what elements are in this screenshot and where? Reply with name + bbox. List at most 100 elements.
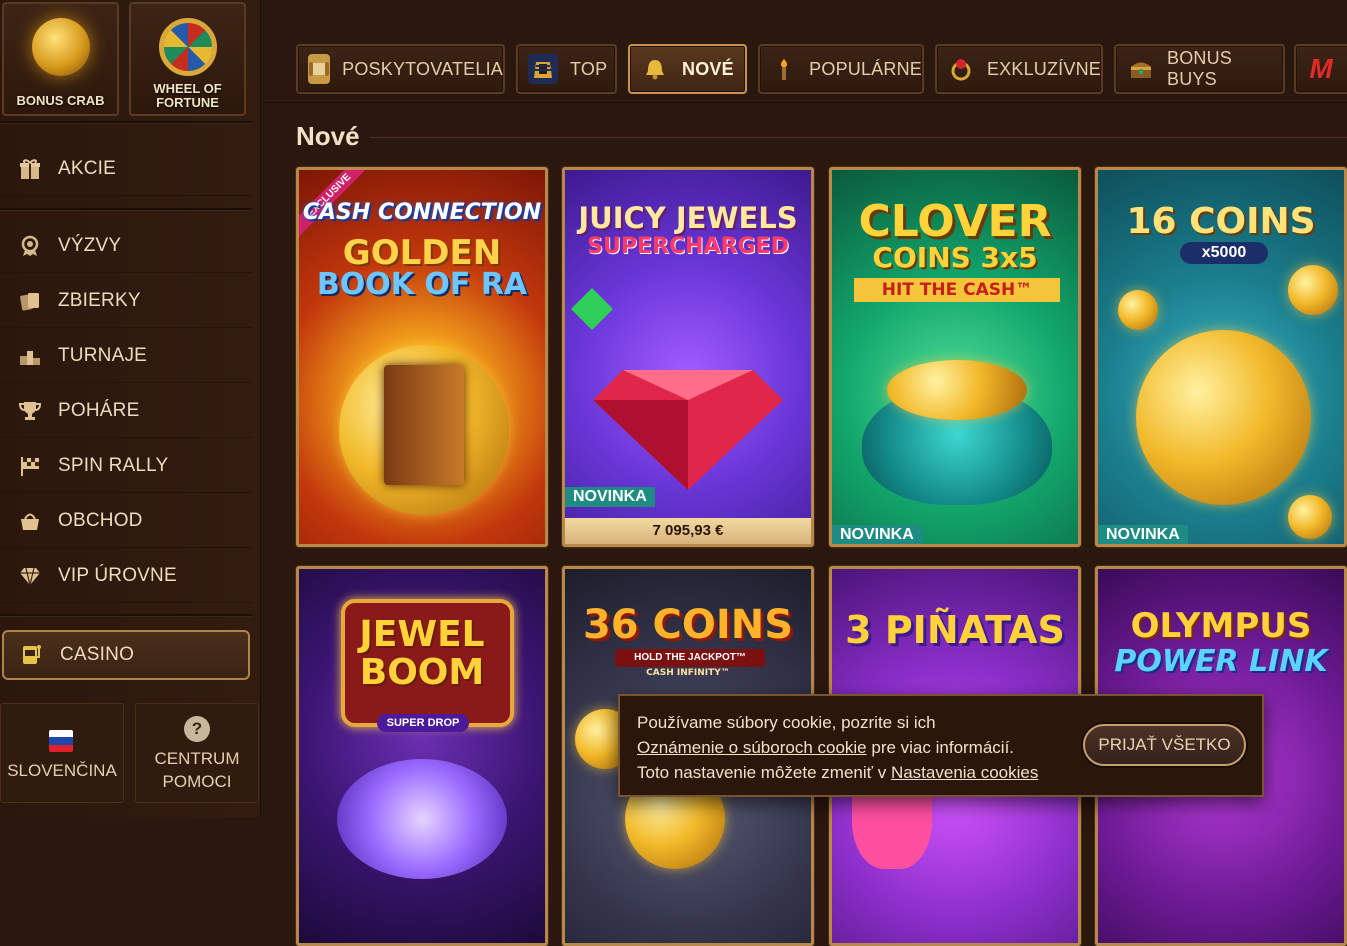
- help-label-line1: CENTRUM: [154, 749, 240, 768]
- cookie-line: Oznámenie o súboroch cookie pre viac inf…: [637, 735, 1067, 760]
- tab-label: EXKLUZÍVNE: [986, 58, 1101, 79]
- game-subtitle: x5000: [1180, 242, 1268, 264]
- help-label-line2: POMOCI: [162, 772, 232, 791]
- scroll-icon: [308, 54, 331, 84]
- divider: [370, 137, 1347, 138]
- bell-icon: [640, 54, 670, 84]
- fortune-wheel-icon: [158, 18, 217, 76]
- cookie-banner: Používame súbory cookie, pozrite si ich …: [618, 694, 1264, 797]
- coin-icon: [1136, 330, 1311, 505]
- game-title: 16 COINS: [1126, 201, 1316, 242]
- cards-icon: [19, 290, 41, 312]
- game-title: 36 COINS: [582, 602, 794, 648]
- sidebar-item-spin-rally[interactable]: SPIN RALLY: [0, 439, 252, 493]
- diamond-icon: [337, 759, 507, 879]
- sidebar-item-pohare[interactable]: POHÁRE: [0, 384, 252, 438]
- ruby-gem-icon: [593, 370, 783, 490]
- slot-machine-icon: [21, 644, 43, 666]
- trophy-icon: [19, 400, 41, 422]
- game-title: SUPERCHARGED: [587, 234, 789, 259]
- sidebar-item-label: AKCIE: [58, 157, 117, 179]
- tab-label: BONUS BUYS: [1167, 48, 1233, 89]
- tab-more-providers[interactable]: M: [1294, 44, 1347, 94]
- sidebar-item-label: OBCHOD: [58, 509, 143, 531]
- sidebar-item-casino[interactable]: CASINO: [2, 630, 250, 680]
- tab-top[interactable]: TOP: [516, 44, 617, 94]
- game-subtitle: HOLD THE JACKPOT™: [615, 649, 765, 667]
- coin-icon: [1288, 495, 1332, 539]
- game-subtitle: CASH INFINITY™: [646, 668, 730, 678]
- tab-exkluzivne[interactable]: EXKLUZÍVNE: [935, 44, 1103, 94]
- m-logo-icon: M: [1309, 53, 1333, 84]
- basket-icon: [19, 510, 41, 532]
- promo-wheel-of-fortune[interactable]: WHEEL OF FORTUNE: [129, 2, 246, 116]
- tab-label: NOVÉ: [682, 58, 734, 79]
- game-title: OLYMPUS: [1130, 606, 1312, 646]
- sidebar: BONUS CRAB WHEEL OF FORTUNE AKCIE VÝZVY …: [0, 0, 261, 817]
- tab-nove[interactable]: NOVÉ: [628, 44, 747, 94]
- promo-label: BONUS CRAB: [16, 93, 105, 108]
- diamond-icon: [19, 565, 41, 587]
- treasure-chest-icon: [1126, 54, 1155, 84]
- sidebar-item-obchod[interactable]: OBCHOD: [0, 494, 252, 548]
- promo-label: WHEEL OF FORTUNE: [153, 81, 222, 110]
- help-center-button[interactable]: ? CENTRUM POMOCI: [135, 703, 259, 803]
- game-subtitle: SUPER DROP: [377, 714, 469, 732]
- sidebar-item-turnaje[interactable]: TURNAJE: [0, 329, 252, 383]
- pharaoh-icon: [528, 54, 558, 84]
- game-card-16-coins[interactable]: 16 COINS x5000 NOVINKA: [1095, 167, 1347, 547]
- sidebar-item-vip-urovne[interactable]: VIP ÚROVNE: [0, 549, 252, 603]
- language-label: SLOVENČINA: [7, 761, 117, 780]
- sidebar-item-label: SPIN RALLY: [58, 454, 169, 476]
- tab-poskytovatelia[interactable]: POSKYTOVATELIA: [296, 44, 505, 94]
- cookie-text: Používame súbory cookie, pozrite si ich …: [637, 710, 1067, 785]
- cookie-settings-link[interactable]: Nastavenia cookies: [891, 763, 1038, 782]
- green-gem-icon: [571, 288, 613, 330]
- promo-bonus-crab[interactable]: BONUS CRAB: [2, 2, 119, 116]
- torch-icon: [770, 54, 797, 84]
- accept-all-button[interactable]: PRIJAŤ VŠETKO: [1083, 724, 1246, 766]
- sidebar-item-label: POHÁRE: [58, 399, 140, 421]
- coin-icon: [1118, 290, 1158, 330]
- game-card-juicy-jewels[interactable]: JUICY JEWELS SUPERCHARGED NOVINKA 7 095,…: [562, 167, 814, 547]
- sidebar-item-zbierky[interactable]: ZBIERKY: [0, 274, 252, 328]
- game-subtitle: HIT THE CASH™: [854, 278, 1060, 302]
- badge-icon: [19, 235, 41, 257]
- sidebar-item-akcie[interactable]: AKCIE: [0, 142, 252, 196]
- tab-bonus-buys[interactable]: BONUS BUYS: [1114, 44, 1285, 94]
- game-title: CLOVER: [858, 196, 1052, 247]
- question-icon: ?: [184, 716, 210, 742]
- tab-popularne[interactable]: POPULÁRNE: [758, 44, 924, 94]
- sidebar-item-vyzvy[interactable]: VÝZVY: [0, 219, 252, 273]
- new-badge: NOVINKA: [565, 487, 655, 507]
- game-title: BOOM: [359, 652, 485, 693]
- cookie-line-rest: pre viac informácií.: [866, 738, 1015, 757]
- divider: [0, 208, 252, 211]
- cookie-line-start: Toto nastavenie môžete zmeniť v: [637, 763, 891, 782]
- game-card-jewel-boom[interactable]: JEWEL BOOM SUPER DROP: [296, 566, 548, 946]
- language-selector[interactable]: SLOVENČINA: [0, 703, 124, 803]
- game-card-golden-book-of-ra[interactable]: EXCLUSIVE CASH CONNECTION GOLDEN BOOK OF…: [296, 167, 548, 547]
- game-title: JEWEL: [359, 614, 485, 655]
- game-title: COINS 3x5: [872, 241, 1038, 274]
- sidebar-item-label: VIP ÚROVNE: [58, 564, 177, 586]
- tab-label: POPULÁRNE: [809, 58, 922, 79]
- game-title: CASH CONNECTION: [302, 200, 542, 225]
- cookie-line: Toto nastavenie môžete zmeniť v Nastaven…: [637, 760, 1067, 785]
- ruby-ring-icon: [947, 54, 975, 84]
- game-title: 3 PIÑATAS: [845, 608, 1065, 652]
- sidebar-item-label: VÝZVY: [58, 234, 122, 256]
- cookie-notice-link[interactable]: Oznámenie o súboroch cookie: [637, 738, 867, 757]
- tab-label: TOP: [570, 58, 608, 79]
- coin-icon: [1288, 265, 1338, 315]
- game-title: BOOK OF RA: [316, 267, 528, 302]
- podium-icon: [19, 345, 41, 367]
- game-title: POWER LINK: [1114, 644, 1328, 679]
- page-title: Nové: [296, 121, 360, 151]
- jackpot-amount: 7 095,93 €: [565, 518, 811, 544]
- slovak-flag-icon: [49, 730, 73, 752]
- sidebar-item-label: TURNAJE: [58, 344, 148, 366]
- sidebar-item-label: CASINO: [60, 644, 135, 665]
- game-card-clover-coins[interactable]: CLOVER COINS 3x5 HIT THE CASH™ NOVINKA: [829, 167, 1081, 547]
- new-badge: NOVINKA: [832, 525, 922, 544]
